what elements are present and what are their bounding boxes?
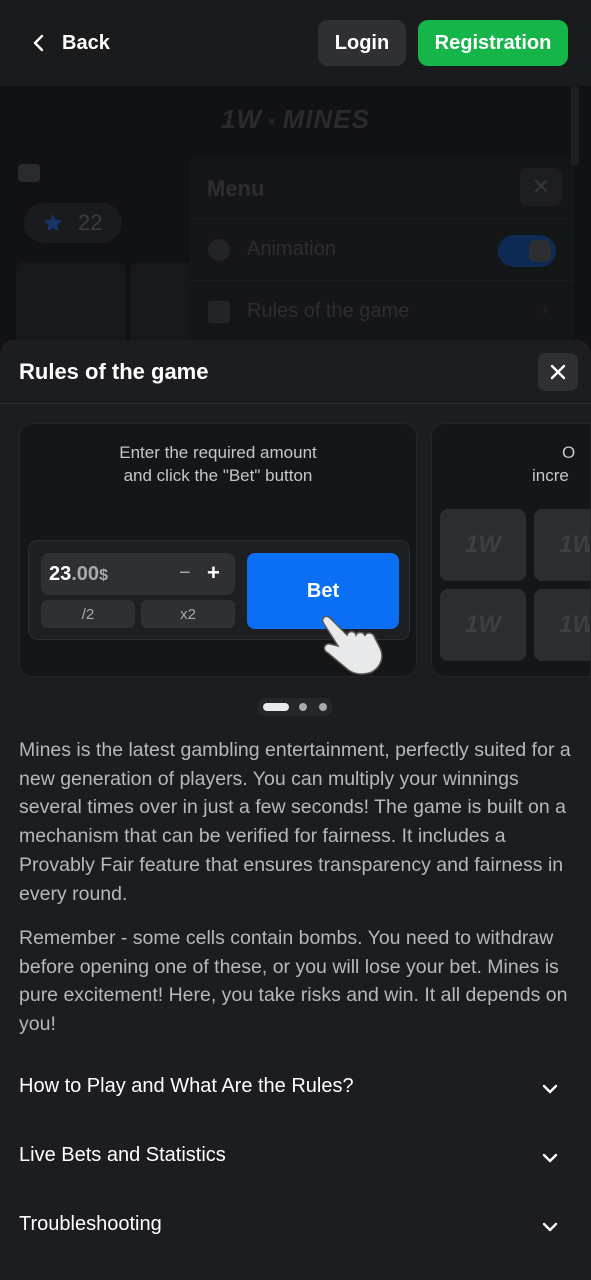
chevron-left-icon: [33, 34, 44, 52]
balance-chip: 22: [24, 203, 122, 243]
close-icon: [550, 364, 566, 380]
document-icon: [208, 301, 230, 323]
pagination-dot[interactable]: [319, 703, 327, 711]
plus-icon: +: [207, 560, 220, 585]
accordion-label: Troubleshooting: [19, 1213, 162, 1235]
sheet-title: Rules of the game: [19, 359, 209, 384]
pagination-dot[interactable]: [299, 703, 307, 711]
description-paragraph: Mines is the latest gambling entertainme…: [19, 739, 571, 905]
login-button[interactable]: Login: [318, 20, 406, 66]
menu-title: Menu: [207, 176, 265, 201]
accordion-live-bets[interactable]: Live Bets and Statistics: [0, 1130, 591, 1186]
animation-toggle: [498, 235, 556, 267]
play-icon: [208, 239, 230, 261]
wallet-icon: [18, 164, 40, 182]
accordion-label: How to Play and What Are the Rules?: [19, 1075, 354, 1097]
amount-value: 23.00$: [49, 563, 108, 586]
minus-icon: −: [179, 562, 191, 584]
menu-close-icon: ✕: [520, 168, 562, 206]
carousel-pagination: [257, 698, 333, 716]
mine-tile: 1W: [534, 509, 590, 581]
game-logo: 1W × MINES: [0, 104, 591, 135]
game-tile: [16, 262, 126, 346]
close-button[interactable]: [538, 353, 578, 391]
double-button: x2: [141, 600, 235, 628]
mine-tile: 1W: [440, 589, 526, 661]
description-paragraph: Remember - some cells contain bombs. You…: [19, 927, 568, 1036]
accordion-label: Live Bets and Statistics: [19, 1144, 226, 1166]
chevron-down-icon: [542, 1222, 558, 1232]
game-menu: Menu ✕ Animation Rules of the game ›: [190, 156, 574, 346]
menu-item-label: Rules of the game: [247, 300, 410, 322]
slide-caption: O incre: [532, 441, 590, 487]
scrollbar: [571, 86, 579, 166]
chevron-down-icon: [542, 1084, 558, 1094]
slide-caption-line: and click the "Bet" button: [123, 466, 313, 485]
logo-separator: ×: [268, 113, 277, 129]
mine-tile: 1W: [440, 509, 526, 581]
slide-caption-line: incre: [532, 466, 569, 485]
slide-caption-line: O: [562, 443, 576, 462]
pagination-dot-active[interactable]: [263, 703, 289, 711]
menu-item-animation: Animation: [190, 218, 574, 280]
star-icon: [43, 213, 63, 232]
sheet-header: Rules of the game: [0, 340, 591, 404]
amount-field: 23.00$ − +: [41, 553, 235, 595]
slide-caption: Enter the required amount and click the …: [20, 441, 416, 487]
currency-symbol: $: [99, 567, 108, 584]
back-label: Back: [62, 31, 110, 54]
pointing-hand-icon: [321, 615, 383, 675]
accordion-how-to-play[interactable]: How to Play and What Are the Rules?: [0, 1061, 591, 1117]
registration-button[interactable]: Registration: [418, 20, 568, 66]
chevron-down-icon: [542, 1153, 558, 1163]
top-bar: Back Login Registration: [0, 0, 591, 86]
game-background-overlay: 1W × MINES 22 Menu ✕ Animation Rules of th…: [0, 86, 591, 346]
menu-item-rules: Rules of the game ›: [190, 280, 574, 342]
amount-integer: 23: [49, 563, 72, 585]
logo-mines: MINES: [282, 104, 370, 134]
half-button: /2: [41, 600, 135, 628]
carousel-slide[interactable]: Enter the required amount and click the …: [19, 423, 417, 677]
mine-tile: 1W: [534, 589, 590, 661]
slide-caption-line: Enter the required amount: [119, 443, 317, 462]
logo-1w: 1W: [221, 104, 263, 134]
chevron-right-icon: ›: [542, 299, 548, 319]
back-button[interactable]: Back: [30, 26, 110, 60]
amount-decimal: .00: [71, 563, 100, 585]
carousel-slide[interactable]: O incre 1W 1W 1W 1W: [431, 423, 591, 677]
rules-sheet: Rules of the game Enter the required amo…: [0, 340, 591, 1280]
balance-count: 22: [78, 210, 103, 235]
menu-item-label: Animation: [247, 238, 336, 260]
accordion-troubleshooting[interactable]: Troubleshooting: [0, 1199, 591, 1255]
